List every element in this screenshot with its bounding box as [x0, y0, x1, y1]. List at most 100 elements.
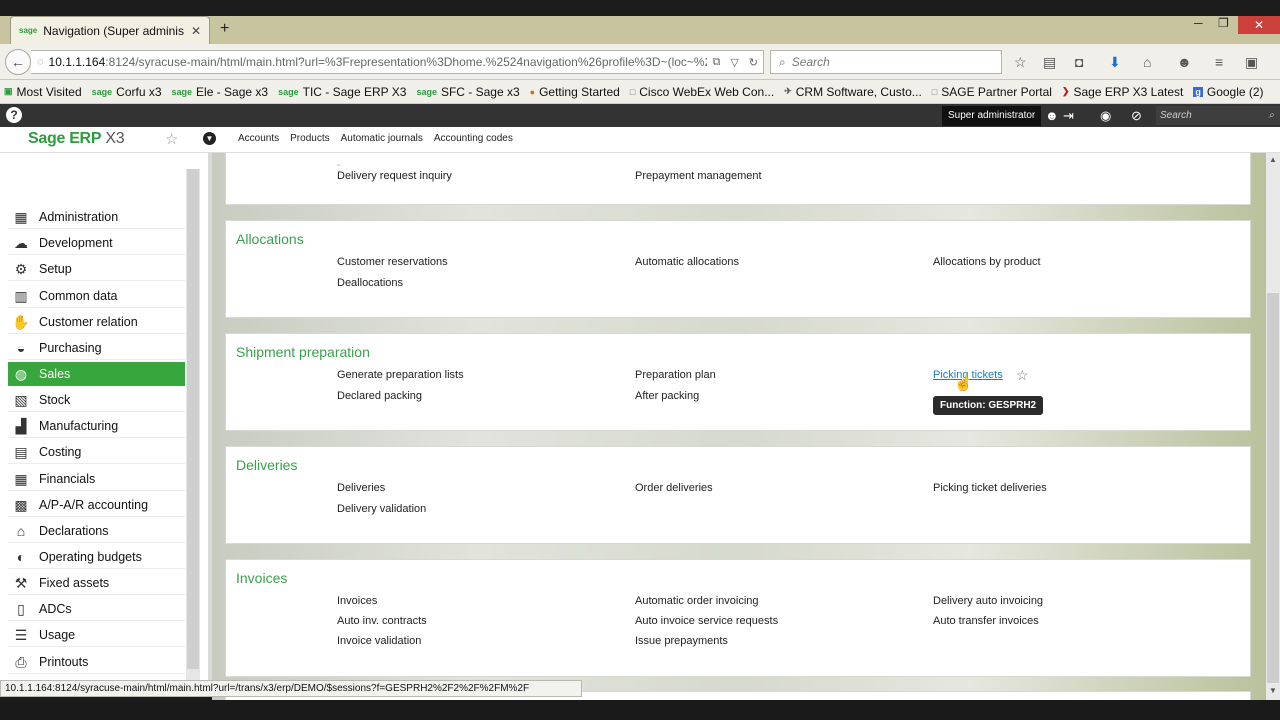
bookmark-item[interactable]: □ SAGE Partner Portal	[932, 85, 1052, 99]
handshake-icon: ✋	[12, 313, 30, 330]
help-icon[interactable]: ?	[6, 107, 22, 123]
url-bar[interactable]: ◌ 10.1.1.164:8124/syracuse-main/html/mai…	[31, 50, 764, 74]
sage-search-field[interactable]: Search ⌕	[1156, 106, 1280, 125]
scroll-down-icon[interactable]: ▼	[1269, 686, 1277, 695]
sage-logo[interactable]: Sage ERP X3	[28, 130, 125, 148]
function-link[interactable]: Issue prepayments	[635, 635, 728, 647]
bookmark-star-icon[interactable]: ☆	[1014, 54, 1027, 71]
user-name: Super administrator	[948, 110, 1036, 121]
pocket-icon[interactable]: ◘	[1075, 54, 1083, 70]
function-link[interactable]: Preparation plan	[635, 369, 716, 381]
sidebar-item-stock[interactable]: ▧ Stock	[8, 388, 185, 412]
sidebar-item-development[interactable]: ☁ Development	[8, 231, 185, 255]
function-link[interactable]: Customer reservations	[337, 256, 448, 268]
chevron-down-icon[interactable]: ▼	[203, 132, 216, 145]
sidebar-item-customer-relation[interactable]: ✋ Customer relation	[8, 310, 185, 334]
function-link[interactable]: Allocations by product	[933, 256, 1041, 268]
sidebar-item-operating-budgets[interactable]: ◐ Operating budgets	[8, 545, 185, 569]
browser-search-bar[interactable]: ⌕	[770, 50, 1002, 74]
github-icon[interactable]: ◉	[1100, 108, 1111, 124]
sidebar-item-ap-ar-accounting[interactable]: ▩ A/P-A/R accounting	[8, 493, 185, 517]
function-link[interactable]: Auto invoice service requests	[635, 615, 778, 627]
sidebar-scroll-thumb[interactable]	[187, 169, 199, 669]
dropdown-icon[interactable]: ▽	[730, 56, 738, 69]
close-tab-icon[interactable]: ✕	[191, 24, 201, 38]
window-close-icon[interactable]: ✕	[1238, 16, 1280, 34]
back-button[interactable]: ←	[5, 49, 31, 75]
function-link[interactable]: Picking ticket deliveries	[933, 482, 1047, 494]
menu-item-products[interactable]: Products	[290, 133, 329, 144]
gear-icon: ⚙	[14, 260, 28, 277]
sidebar-item-declarations[interactable]: ⌂ Declarations	[8, 519, 185, 543]
function-link[interactable]: Declared packing	[337, 390, 422, 402]
url-text[interactable]: 10.1.1.164:8124/syracuse-main/html/main.…	[49, 55, 708, 69]
function-link[interactable]: Prepayment management	[635, 170, 762, 182]
bookmarks-list-icon[interactable]: ▤	[1043, 54, 1056, 71]
function-link[interactable]: Delivery validation	[337, 503, 426, 515]
browser-search-input[interactable]	[791, 55, 982, 69]
function-link[interactable]: Order deliveries	[635, 482, 713, 494]
reload-icon[interactable]: ↻	[749, 56, 758, 69]
bookmark-item[interactable]: ▣ Most Visited	[4, 85, 82, 99]
page-scrollbar[interactable]: ▲ ▼	[1266, 153, 1280, 700]
logout-icon[interactable]: ⇥	[1063, 108, 1074, 124]
function-link[interactable]: Delivery auto invoicing	[933, 595, 1043, 607]
function-link[interactable]: Deliveries	[337, 482, 385, 494]
taskbar	[0, 700, 1280, 720]
browser-tab[interactable]: sage Navigation (Super adminis... ✕	[10, 16, 210, 44]
function-link[interactable]: Delivery request inquiry	[337, 170, 452, 182]
reader-icon[interactable]: ⧉	[712, 56, 720, 69]
bookmark-item[interactable]: □ Cisco WebEx Web Con...	[630, 85, 774, 99]
function-link[interactable]: Invoice validation	[337, 635, 421, 647]
user-icon[interactable]: ☻	[1045, 108, 1059, 123]
page-scroll-thumb[interactable]	[1267, 293, 1279, 683]
sidebar-item-costing[interactable]: ▤ Costing	[8, 440, 185, 464]
favorite-star-icon[interactable]: ☆	[165, 130, 178, 148]
sidebar-item-usage[interactable]: ☰ Usage	[8, 623, 185, 647]
add-favorite-star-icon[interactable]: ☆	[1016, 367, 1029, 384]
hamburger-menu-icon[interactable]: ≡	[1215, 54, 1223, 70]
sidebar-item-purchasing[interactable]: ◒ Purchasing	[8, 336, 185, 360]
sidebar-item-common-data[interactable]: ▥ Common data	[8, 284, 185, 308]
bookmark-item[interactable]: sage Corfu x3	[92, 85, 162, 99]
compass-icon[interactable]: ⊘	[1131, 108, 1142, 124]
bookmark-item[interactable]: ❯ Sage ERP X3 Latest	[1062, 85, 1183, 99]
bookmark-label: Most Visited	[16, 84, 82, 99]
chat-icon[interactable]: ☻	[1177, 54, 1192, 70]
menu-item-accounting-codes[interactable]: Accounting codes	[434, 133, 513, 144]
bookmark-item[interactable]: sage Ele - Sage x3	[172, 85, 269, 99]
sidebar-scrollbar[interactable]	[186, 169, 200, 689]
function-link[interactable]: Generate preparation lists	[337, 369, 464, 381]
minimize-icon[interactable]: ─	[1194, 16, 1203, 30]
function-link[interactable]: After packing	[635, 390, 699, 402]
function-link[interactable]: Auto transfer invoices	[933, 615, 1039, 627]
sidebar-item-printouts[interactable]: ⎙ Printouts	[8, 650, 185, 674]
sidebar-item-financials[interactable]: ▦ Financials	[8, 467, 185, 491]
function-link[interactable]: Deallocations	[337, 277, 403, 289]
scroll-up-icon[interactable]: ▲	[1269, 155, 1277, 164]
sidebar-item-manufacturing[interactable]: ▟ Manufacturing	[8, 414, 185, 438]
sidebar-item-fixed-assets[interactable]: ⚒ Fixed assets	[8, 571, 185, 595]
bookmark-item[interactable]: g Google (2)	[1193, 85, 1264, 99]
menu-item-accounts[interactable]: Accounts	[238, 133, 279, 144]
function-link[interactable]: Auto inv. contracts	[337, 615, 427, 627]
sidebar-item-administration[interactable]: ▦ Administration	[8, 205, 185, 229]
bookmark-item[interactable]: sage TIC - Sage ERP X3	[278, 85, 406, 99]
function-link[interactable]: Invoices	[337, 595, 377, 607]
sidebar-item-setup[interactable]: ⚙ Setup	[8, 257, 185, 281]
sidebar-item-sales[interactable]: ◍ Sales	[8, 362, 185, 386]
sidebar-item-adcs[interactable]: ▯ ADCs	[8, 597, 185, 621]
home-icon[interactable]: ⌂	[1143, 54, 1151, 70]
maximize-icon[interactable]: ❐	[1218, 16, 1229, 30]
extension-icon[interactable]: ▣	[1245, 54, 1258, 71]
menu-item-automatic-journals[interactable]: Automatic journals	[341, 133, 423, 144]
user-menu[interactable]: Super administrator	[942, 106, 1042, 126]
bookmark-item[interactable]: ✈ CRM Software, Custo...	[784, 85, 922, 99]
download-icon[interactable]: ⬇	[1109, 54, 1121, 71]
bookmark-item[interactable]: sage SFC - Sage x3	[416, 85, 519, 99]
function-link[interactable]: Automatic order invoicing	[635, 595, 759, 607]
function-link[interactable]: Automatic allocations	[635, 256, 739, 268]
calculator-icon: ▤	[14, 443, 28, 460]
new-tab-icon[interactable]: +	[220, 20, 229, 38]
bookmark-item[interactable]: ● Getting Started	[530, 85, 620, 99]
